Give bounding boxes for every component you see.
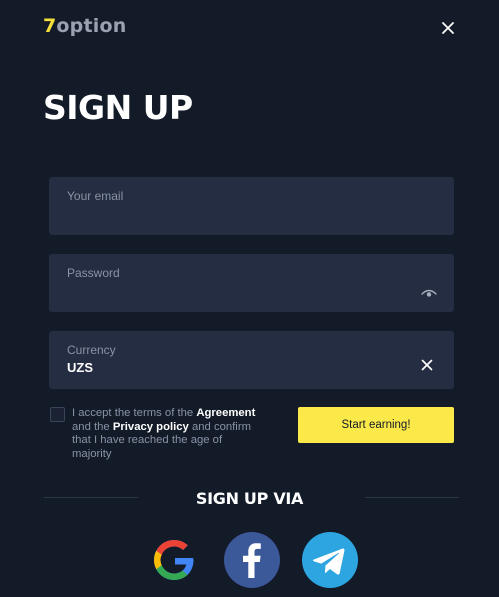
telegram-icon [312, 548, 345, 575]
logo-text: option [56, 15, 127, 37]
logo: 7option [43, 15, 126, 37]
email-label: Your email [67, 189, 124, 203]
close-button[interactable] [438, 18, 458, 38]
logo-seven: 7 [43, 15, 57, 37]
email-input[interactable] [49, 177, 454, 235]
sign-up-via-heading: SIGN UP VIA [195, 489, 304, 508]
close-icon [442, 22, 454, 34]
terms-text: I accept the terms of the Agreement and … [72, 407, 262, 461]
currency-value: UZS [67, 360, 93, 375]
email-field[interactable]: Your email [49, 177, 454, 235]
terms-text-part1: I accept the terms of the [72, 407, 197, 419]
telegram-signup-button[interactable] [302, 532, 358, 588]
start-earning-button[interactable]: Start earning! [298, 407, 454, 443]
terms-text-part2: and the [72, 420, 113, 433]
facebook-icon [243, 543, 261, 578]
password-label: Password [67, 266, 120, 280]
agreement-link[interactable]: Agreement [196, 407, 255, 419]
terms-checkbox[interactable] [50, 407, 65, 422]
privacy-policy-link[interactable]: Privacy policy [113, 421, 189, 433]
currency-select[interactable]: Currency UZS [49, 331, 454, 389]
page-title: SIGN UP [43, 88, 193, 127]
divider-right [365, 497, 459, 498]
currency-label: Currency [67, 343, 116, 357]
google-signup-button[interactable] [146, 532, 202, 588]
password-input[interactable] [49, 254, 454, 312]
eye-icon[interactable] [421, 287, 437, 299]
google-icon [154, 540, 194, 580]
clear-currency-icon[interactable] [421, 359, 433, 371]
password-field[interactable]: Password [49, 254, 454, 312]
facebook-signup-button[interactable] [224, 532, 280, 588]
